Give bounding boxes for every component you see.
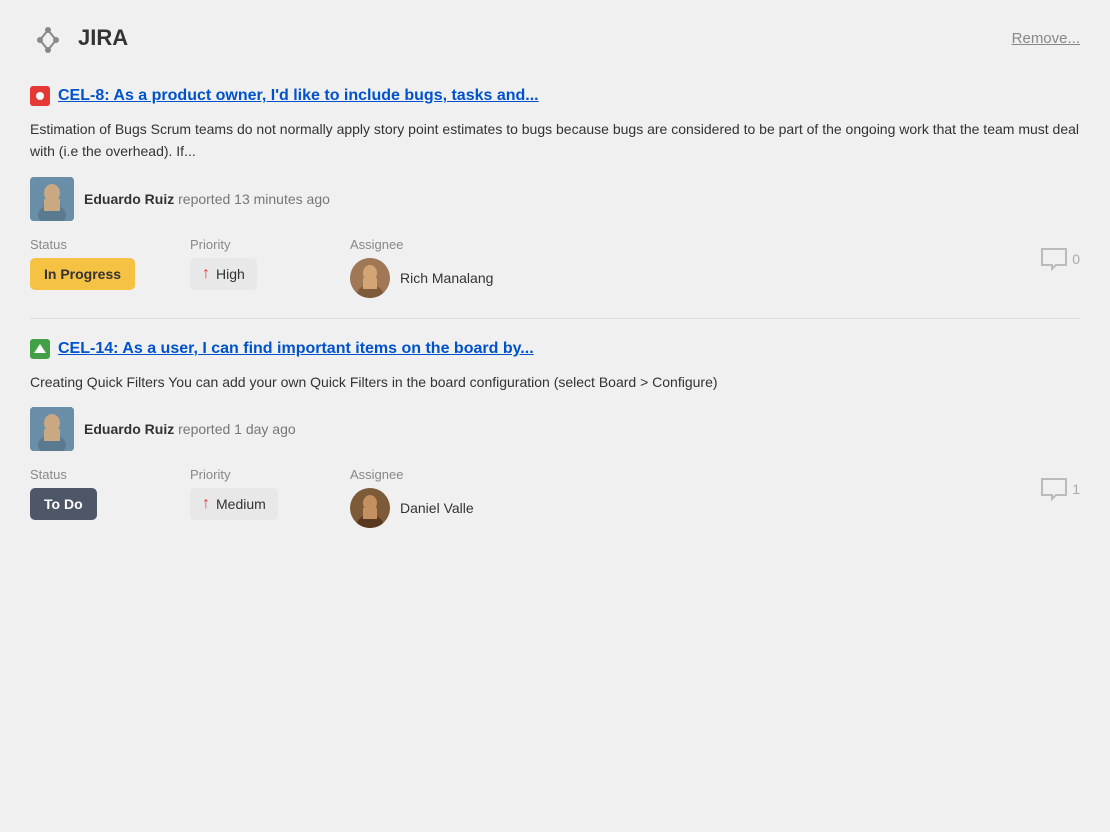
reporter-info-cel8: Eduardo Ruiz reported 13 minutes ago (84, 191, 330, 207)
remove-button[interactable]: Remove... (1012, 30, 1080, 47)
priority-label-cel8: Priority (190, 237, 350, 252)
priority-arrow-icon-cel8: ↑ (202, 265, 210, 283)
reporter-row-cel8: Eduardo Ruiz reported 13 minutes ago (30, 177, 1080, 221)
comment-icon-cel8 (1040, 247, 1068, 271)
priority-arrow-icon-cel14: ↑ (202, 495, 210, 513)
assignee-name-rich: Rich Manalang (400, 270, 493, 286)
header-left: JIRA (30, 20, 128, 56)
assignee-row-cel14: Daniel Valle (350, 488, 510, 528)
reporter-row-cel14: Eduardo Ruiz reported 1 day ago (30, 407, 1080, 451)
priority-label-cel14: Priority (190, 467, 350, 482)
assignee-avatar-daniel (350, 488, 390, 528)
assignee-avatar-rich (350, 258, 390, 298)
reporter-info-cel14: Eduardo Ruiz reported 1 day ago (84, 421, 296, 437)
assignee-field-cel14: Assignee Daniel Valle (350, 467, 510, 528)
assignee-label-cel8: Assignee (350, 237, 510, 252)
status-field-cel14: Status To Do (30, 467, 190, 520)
reporter-time-cel14: reported 1 day ago (178, 421, 296, 437)
avatar-eduardo-cel14 (30, 407, 74, 451)
comment-bubble-cel14: 1 (1040, 477, 1080, 501)
priority-value-cel8: High (216, 266, 245, 282)
assignee-name-daniel: Daniel Valle (400, 500, 474, 516)
assignee-field-cel8: Assignee Rich Manalang (350, 237, 510, 298)
issue-description-cel8: Estimation of Bugs Scrum teams do not no… (30, 118, 1080, 163)
reporter-name-cel14: Eduardo Ruiz (84, 421, 174, 437)
page-header: JIRA Remove... (30, 20, 1080, 56)
priority-badge-cel14: ↑ Medium (190, 488, 278, 520)
issue-card-cel14: CEL-14: As a user, I can find important … (30, 329, 1080, 538)
status-label-cel8: Status (30, 237, 190, 252)
story-icon (30, 339, 50, 359)
issue-card-cel8: CEL-8: As a product owner, I'd like to i… (30, 76, 1080, 308)
reporter-time-cel8: reported 13 minutes ago (178, 191, 330, 207)
reporter-name-cel8: Eduardo Ruiz (84, 191, 174, 207)
status-field-cel8: Status In Progress (30, 237, 190, 290)
meta-row-cel8: Status In Progress Priority ↑ High Assig… (30, 237, 1080, 298)
meta-row-cel14: Status To Do Priority ↑ Medium Assignee (30, 467, 1080, 528)
issue-title-row: CEL-8: As a product owner, I'd like to i… (30, 86, 1080, 106)
priority-value-cel14: Medium (216, 496, 266, 512)
issue-title-row-cel14: CEL-14: As a user, I can find important … (30, 339, 1080, 359)
comment-count-cel14: 1 (1072, 481, 1080, 497)
issue-title-link-cel8[interactable]: CEL-8: As a product owner, I'd like to i… (58, 87, 539, 105)
app-title: JIRA (78, 25, 128, 51)
avatar-eduardo-cel8 (30, 177, 74, 221)
comment-bubble-cel8: 0 (1040, 247, 1080, 271)
status-label-cel14: Status (30, 467, 190, 482)
priority-field-cel14: Priority ↑ Medium (190, 467, 350, 520)
priority-badge-cel8: ↑ High (190, 258, 257, 290)
issue-description-cel14: Creating Quick Filters You can add your … (30, 371, 1080, 393)
comment-count-cel8: 0 (1072, 251, 1080, 267)
issue-title-link-cel14[interactable]: CEL-14: As a user, I can find important … (58, 340, 534, 358)
bug-icon (30, 86, 50, 106)
divider (30, 318, 1080, 319)
comment-icon-cel14 (1040, 477, 1068, 501)
priority-field-cel8: Priority ↑ High (190, 237, 350, 290)
assignee-label-cel14: Assignee (350, 467, 510, 482)
status-badge-cel14: To Do (30, 488, 97, 520)
page-container: JIRA Remove... CEL-8: As a product owner… (0, 0, 1110, 568)
assignee-row-cel8: Rich Manalang (350, 258, 510, 298)
jira-logo-icon (30, 20, 66, 56)
status-badge-cel8: In Progress (30, 258, 135, 290)
